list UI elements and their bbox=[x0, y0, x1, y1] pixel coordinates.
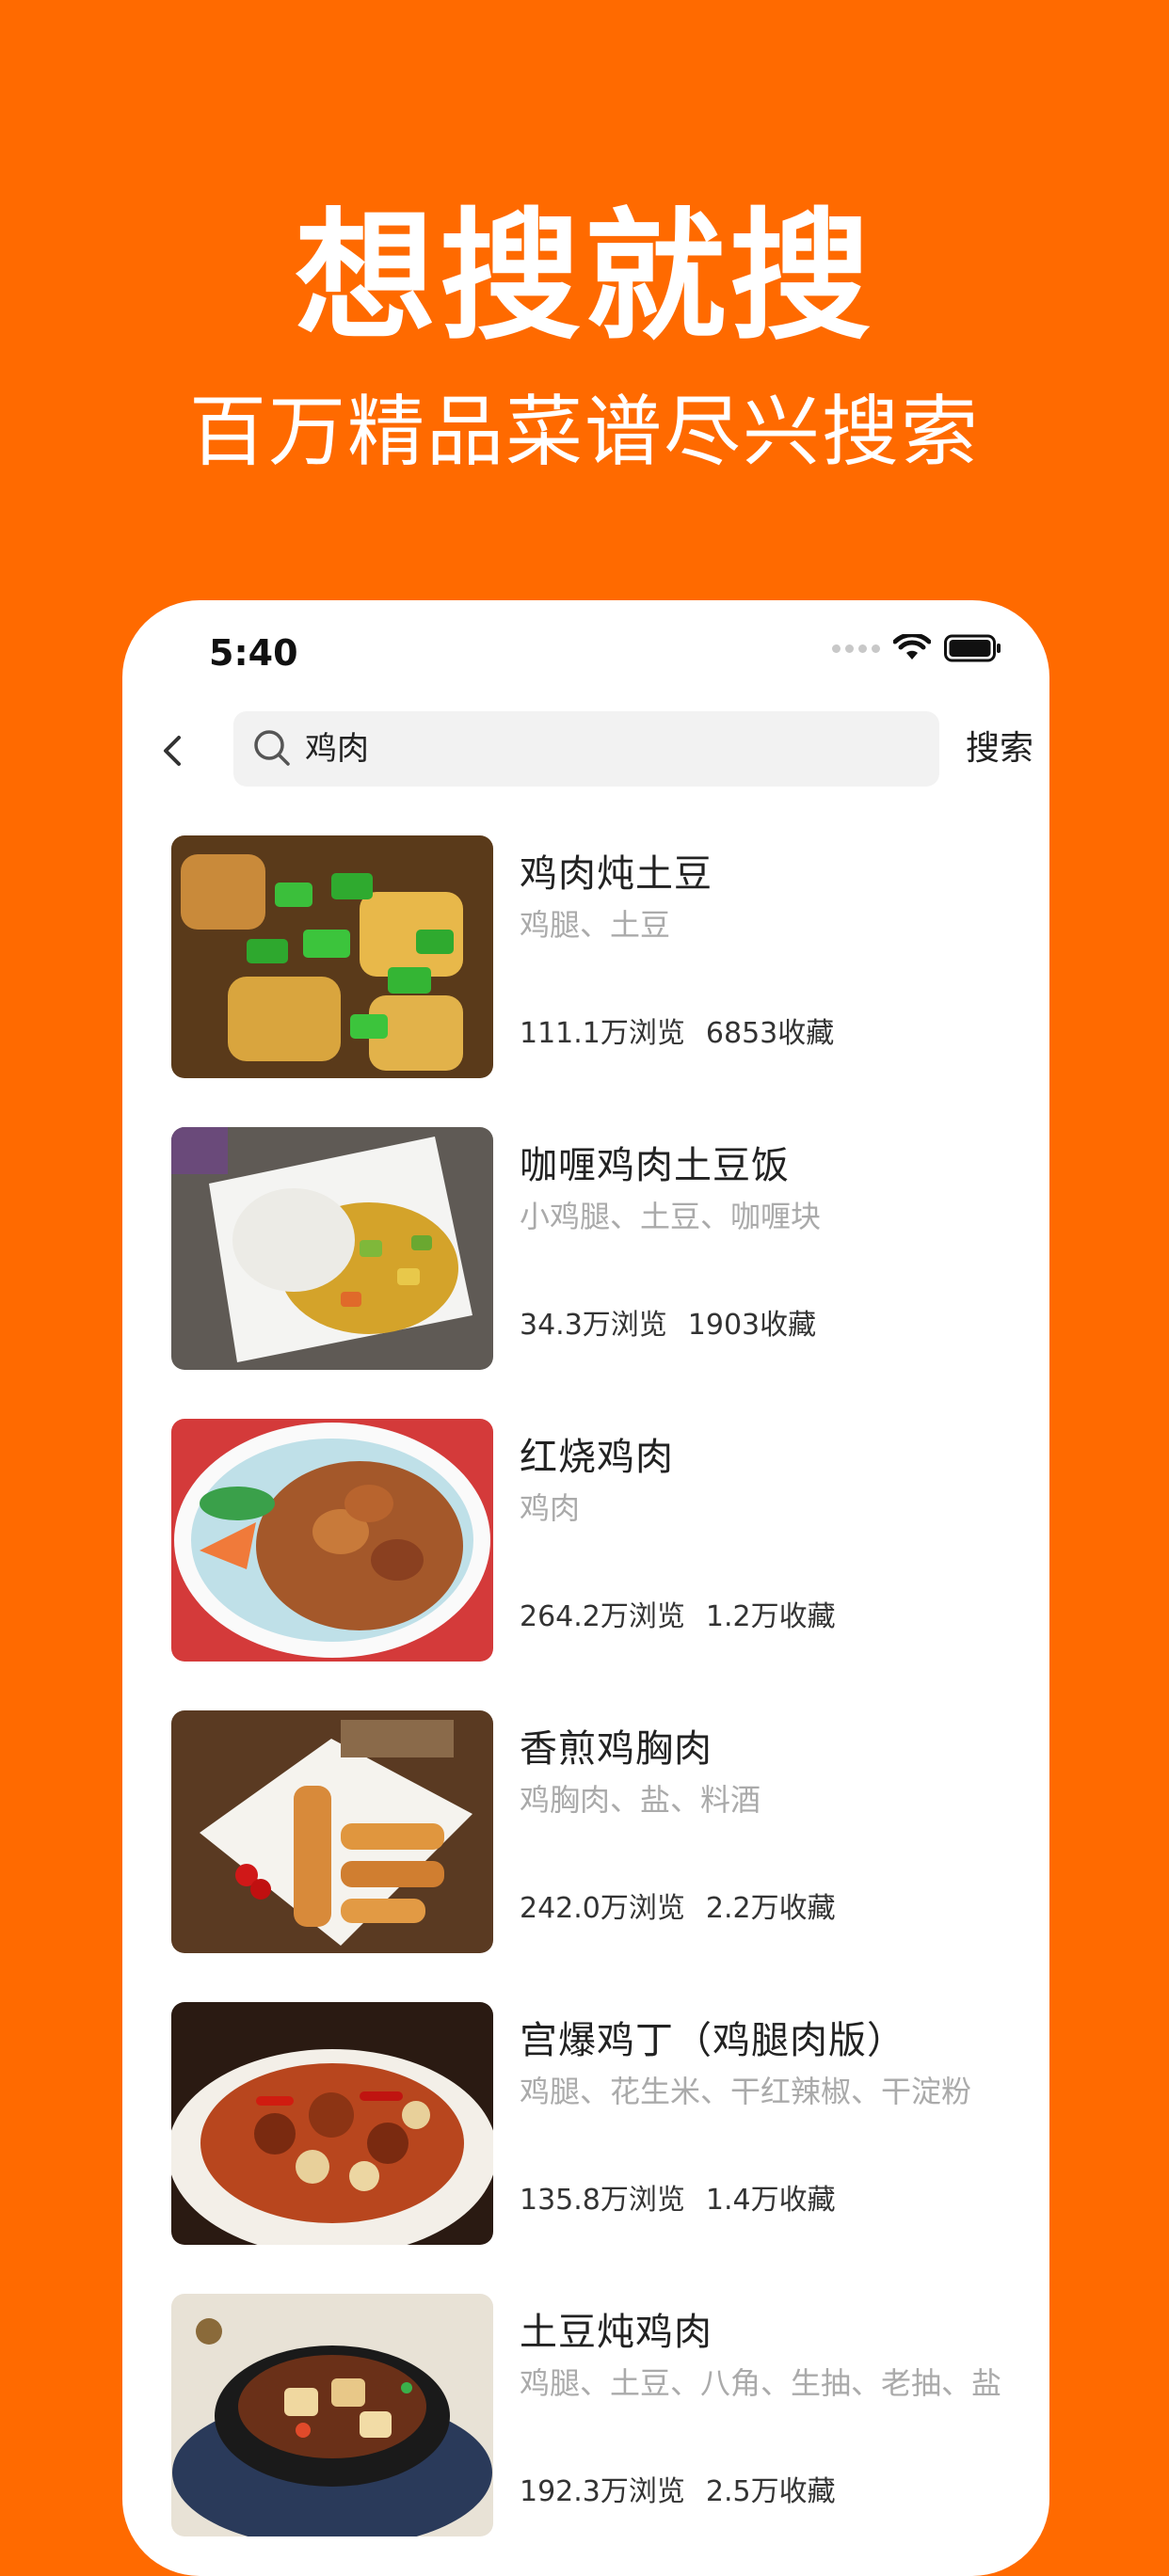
recipe-favorites: 1.2万收藏 bbox=[705, 1600, 836, 1633]
recipe-stats: 264.2万浏览 1.2万收藏 bbox=[520, 1593, 836, 1634]
search-field[interactable]: 鸡肉 bbox=[233, 711, 939, 787]
search-button[interactable]: 搜索 bbox=[966, 711, 1033, 787]
recipe-views: 34.3万浏览 bbox=[520, 1309, 667, 1342]
recipe-stats: 111.1万浏览 6853收藏 bbox=[520, 1010, 834, 1051]
status-bar: 5:40 bbox=[122, 600, 1049, 704]
recipe-ingredients: 鸡腿、花生米、干红辣椒、干淀粉 bbox=[520, 2074, 972, 2109]
recipe-views: 242.0万浏览 bbox=[520, 1892, 685, 1925]
recipe-card[interactable]: 鸡肉炖土豆 鸡腿、土豆 111.1万浏览 6853收藏 bbox=[171, 835, 1018, 1078]
recipe-views: 192.3万浏览 bbox=[520, 2475, 685, 2508]
status-time: 5:40 bbox=[209, 632, 298, 674]
recipe-ingredients: 鸡肉 bbox=[520, 1490, 581, 1526]
recipe-favorites: 6853收藏 bbox=[705, 1017, 835, 1050]
recipe-photo[interactable] bbox=[171, 2294, 493, 2536]
recipe-views: 264.2万浏览 bbox=[520, 1600, 685, 1633]
search-icon bbox=[254, 730, 290, 766]
recipe-favorites: 1903收藏 bbox=[687, 1309, 817, 1342]
search-bar-row: 鸡肉 搜索 bbox=[122, 711, 1049, 790]
recipe-title: 宫爆鸡丁（鸡腿肉版） bbox=[520, 2019, 905, 2062]
recipe-stats: 192.3万浏览 2.5万收藏 bbox=[520, 2468, 836, 2509]
recipe-title: 咖喱鸡肉土豆饭 bbox=[520, 1144, 790, 1187]
back-arrow-icon[interactable] bbox=[147, 724, 200, 777]
recipe-ingredients: 鸡腿、土豆、八角、生抽、老抽、盐 bbox=[520, 2365, 1002, 2401]
recipe-photo[interactable] bbox=[171, 835, 493, 1078]
recipe-title: 鸡肉炖土豆 bbox=[520, 852, 713, 896]
recipe-views: 111.1万浏览 bbox=[520, 1017, 685, 1050]
hero-subtitle: 百万精品菜谱尽兴搜索 bbox=[188, 388, 980, 477]
recipe-card[interactable]: 红烧鸡肉 鸡肉 264.2万浏览 1.2万收藏 bbox=[171, 1419, 1018, 1662]
recipe-card[interactable]: 土豆炖鸡肉 鸡腿、土豆、八角、生抽、老抽、盐 192.3万浏览 2.5万收藏 bbox=[171, 2294, 1018, 2536]
recipe-stats: 135.8万浏览 1.4万收藏 bbox=[520, 2176, 836, 2218]
recipe-favorites: 2.2万收藏 bbox=[705, 1892, 836, 1925]
recipe-views: 135.8万浏览 bbox=[520, 2184, 685, 2217]
recipe-photo[interactable] bbox=[171, 2002, 493, 2245]
recipe-photo[interactable] bbox=[171, 1419, 493, 1662]
recipe-photo[interactable] bbox=[171, 1127, 493, 1370]
status-icons bbox=[832, 634, 1002, 662]
hero-title: 想搜就搜 bbox=[294, 196, 874, 359]
recipe-ingredients: 鸡腿、土豆 bbox=[520, 907, 671, 943]
phone-screen: 5:40 鸡肉 搜索 鸡肉炖土豆 鸡腿、土豆 111.1万浏览 6853收藏 咖… bbox=[122, 600, 1049, 2576]
recipe-ingredients: 小鸡腿、土豆、咖喱块 bbox=[520, 1199, 822, 1234]
recipe-photo[interactable] bbox=[171, 1710, 493, 1953]
recipe-card[interactable]: 咖喱鸡肉土豆饭 小鸡腿、土豆、咖喱块 34.3万浏览 1903收藏 bbox=[171, 1127, 1018, 1370]
recipe-favorites: 2.5万收藏 bbox=[705, 2475, 836, 2508]
recipe-ingredients: 鸡胸肉、盐、料酒 bbox=[520, 1782, 761, 1818]
wifi-icon bbox=[893, 634, 931, 660]
battery-icon bbox=[944, 634, 1001, 662]
recipe-card[interactable]: 宫爆鸡丁（鸡腿肉版） 鸡腿、花生米、干红辣椒、干淀粉 135.8万浏览 1.4万收… bbox=[171, 2002, 1018, 2245]
recipe-title: 土豆炖鸡肉 bbox=[520, 2311, 713, 2354]
search-input[interactable]: 鸡肉 bbox=[305, 711, 369, 787]
recipe-title: 红烧鸡肉 bbox=[520, 1436, 674, 1479]
recipe-stats: 242.0万浏览 2.2万收藏 bbox=[520, 1884, 836, 1926]
recipe-title: 香煎鸡胸肉 bbox=[520, 1727, 713, 1771]
recipe-card[interactable]: 香煎鸡胸肉 鸡胸肉、盐、料酒 242.0万浏览 2.2万收藏 bbox=[171, 1710, 1018, 1953]
signal-icon bbox=[832, 644, 880, 653]
recipe-favorites: 1.4万收藏 bbox=[705, 2184, 836, 2217]
recipe-stats: 34.3万浏览 1903收藏 bbox=[520, 1301, 816, 1343]
